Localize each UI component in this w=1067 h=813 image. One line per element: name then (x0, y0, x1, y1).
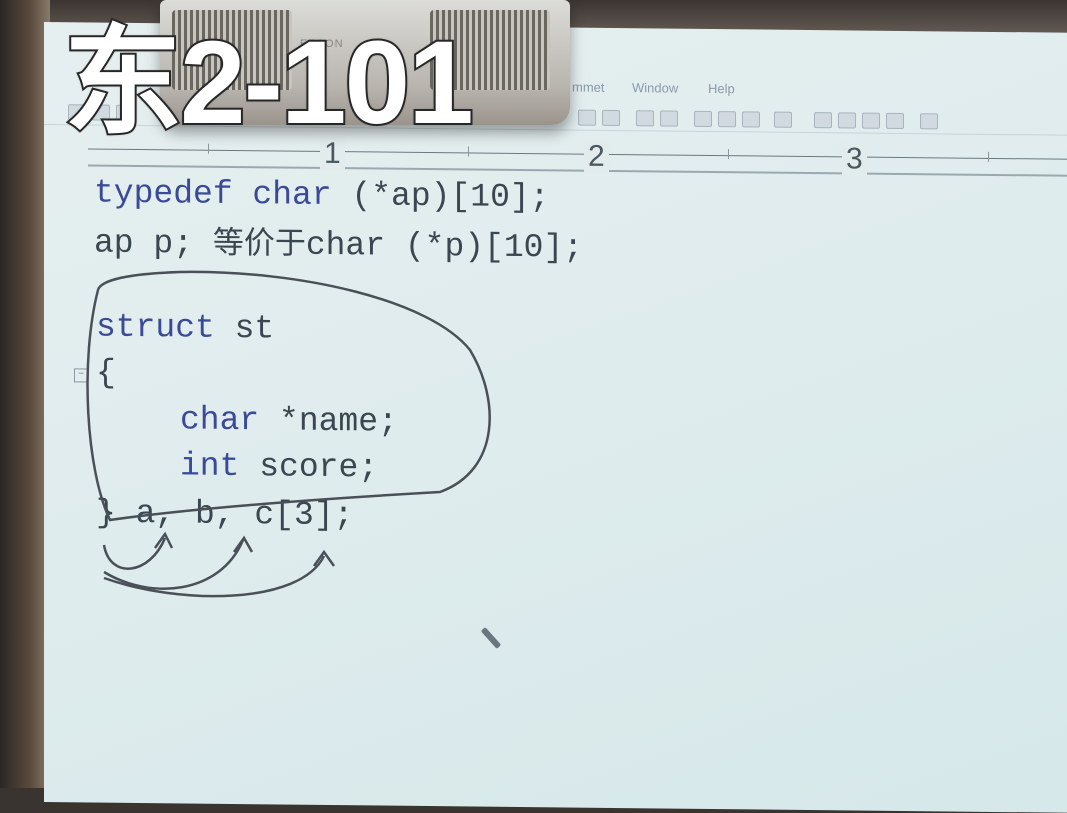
window-tile-icon[interactable] (814, 112, 832, 129)
format-icon[interactable] (660, 110, 678, 127)
wall-left (0, 0, 50, 788)
ruler-mark: 3 (842, 142, 867, 177)
help-icon[interactable] (920, 113, 938, 130)
menu-item-help[interactable]: Help (708, 81, 735, 96)
bookmark-icon[interactable] (694, 110, 712, 127)
keyword: typedef char (94, 174, 332, 215)
menu-item-window[interactable]: Window (632, 80, 678, 95)
code-line-4: { (96, 354, 116, 392)
code-line-6: int score; (180, 443, 378, 491)
ruler-mark: 2 (584, 139, 609, 174)
code-text: char (*p)[10]; (305, 226, 584, 267)
code-line-3: struct st (96, 305, 274, 353)
code-line-5: char *name; (180, 397, 398, 445)
keyword: struct (96, 308, 215, 347)
menu-item-format[interactable]: mmet (572, 80, 605, 95)
code-line-7: } a, b, c[3]; (96, 494, 354, 535)
code-text: (*ap)[10]; (331, 177, 550, 217)
keyword: char (180, 401, 260, 440)
window-split-icon[interactable] (862, 112, 880, 129)
code-text: score; (239, 448, 379, 487)
indent-icon[interactable] (578, 109, 596, 126)
ruler-tick (988, 151, 989, 162)
code-line-2: ap p; 等价于char (*p)[10]; (94, 219, 583, 272)
code-text: st (214, 309, 275, 348)
code-line-1: typedef char (*ap)[10]; (94, 171, 549, 222)
window-cascade-icon[interactable] (838, 112, 856, 129)
chinese-text: 等价于 (212, 224, 306, 262)
keyword: int (180, 447, 240, 486)
code-editor[interactable]: typedef char (*ap)[10]; ap p; 等价于char (*… (94, 171, 583, 586)
code-text: ap p; (94, 224, 213, 263)
font-icon[interactable] (636, 110, 654, 127)
window-close-icon[interactable] (886, 112, 904, 130)
find-icon[interactable] (718, 111, 736, 128)
room-label: 东2-101 (62, 15, 476, 151)
list-icon[interactable] (742, 111, 760, 128)
outdent-icon[interactable] (602, 109, 620, 127)
fold-toggle-icon[interactable]: − (74, 368, 88, 383)
code-text: *name; (259, 402, 398, 441)
ruler-tick (728, 149, 729, 160)
run-icon[interactable] (774, 111, 792, 128)
